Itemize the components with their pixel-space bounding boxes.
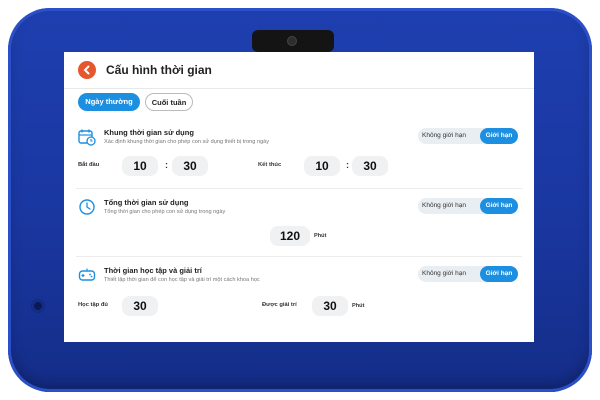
total-time-desc: Tổng thời gian cho phép con sử dụng tron… [104,209,226,215]
back-button[interactable] [78,61,96,79]
start-label: Bắt đầu [78,162,100,168]
study-play-limit-toggle: Không giới hạn Giới hạn [418,266,518,282]
time-window-limit-toggle: Không giới hạn Giới hạn [418,128,518,144]
header-bar: Cấu hình thời gian [64,52,534,89]
divider [76,188,522,189]
total-time-unit: Phút [314,233,327,239]
clock-icon [79,199,95,215]
total-time-field[interactable]: 120 [270,226,310,246]
end-hour-field[interactable]: 10 [304,156,340,176]
tab-weekend[interactable]: Cuối tuần [145,93,193,111]
gamepad-icon [78,268,96,281]
limit-option[interactable]: Giới hạn [480,266,518,282]
end-minute-field[interactable]: 30 [352,156,388,176]
start-minute-field[interactable]: 30 [172,156,208,176]
study-time-field[interactable]: 30 [122,296,158,316]
page-title: Cấu hình thời gian [106,63,212,77]
back-arrow-icon [83,65,90,75]
study-play-title: Thời gian học tập và giải trí [104,266,202,275]
limit-option[interactable]: Giới hạn [480,128,518,144]
tab-weekday[interactable]: Ngày thường [78,93,140,111]
no-limit-option[interactable]: Không giới hạn [422,198,466,214]
study-label: Học tập đủ [78,302,108,308]
start-hour-field[interactable]: 10 [122,156,158,176]
speaker-icon [31,299,45,313]
play-time-field[interactable]: 30 [312,296,348,316]
total-time-card: Tổng thời gian sử dụng Tổng thời gian ch… [76,196,522,252]
app-screen: Cấu hình thời gian Ngày thường Cuối tuần… [64,52,534,342]
limit-option[interactable]: Giới hạn [480,198,518,214]
end-label: Kết thúc [258,162,282,168]
no-limit-option[interactable]: Không giới hạn [422,266,466,282]
end-separator: : [346,160,349,170]
play-time-unit: Phút [352,303,365,309]
time-window-desc: Xác định khung thời gian cho phép con sử… [104,139,270,145]
start-separator: : [165,160,168,170]
total-time-title: Tổng thời gian sử dụng [104,198,189,207]
calendar-clock-icon [78,129,96,146]
divider [76,256,522,257]
total-time-limit-toggle: Không giới hạn Giới hạn [418,198,518,214]
study-play-card: Thời gian học tập và giải trí Thiết lập … [76,264,522,328]
play-label: Được giải trí [262,302,297,308]
no-limit-option[interactable]: Không giới hạn [422,128,466,144]
study-play-desc: Thiết lập thời gian để con học tập và gi… [104,277,260,283]
camera-icon [288,37,296,45]
time-window-card: Khung thời gian sử dụng Xác định khung t… [76,126,522,186]
time-window-title: Khung thời gian sử dụng [104,128,194,137]
